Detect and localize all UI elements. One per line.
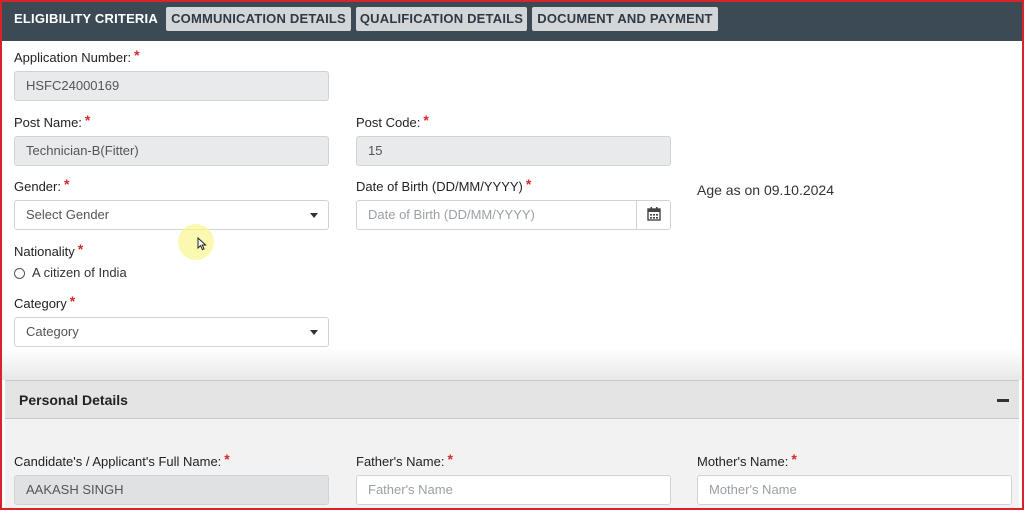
chevron-down-icon <box>310 213 318 218</box>
tab-document-and-payment[interactable]: DOCUMENT AND PAYMENT <box>532 7 718 31</box>
citizen-of-india-label[interactable]: A citizen of India <box>32 265 127 280</box>
father-name-input[interactable]: Father's Name <box>356 475 671 505</box>
cursor-highlight <box>178 224 214 260</box>
mother-name-input[interactable]: Mother's Name <box>697 475 1012 505</box>
category-label: Category * <box>14 293 76 311</box>
age-as-on-note: Age as on 09.10.2024 <box>697 182 835 198</box>
gender-select-value: Select Gender <box>26 207 110 222</box>
post-code-field[interactable]: 15 <box>356 136 671 166</box>
tab-eligibility-criteria[interactable]: ELIGIBILITY CRITERIA <box>10 7 162 31</box>
category-select-value: Category <box>26 324 79 339</box>
section-divider-shadow <box>2 348 1022 380</box>
minus-icon[interactable] <box>997 399 1009 402</box>
personal-details-header[interactable]: Personal Details <box>5 380 1019 419</box>
tab-qualification-details[interactable]: QUALIFICATION DETAILS <box>356 7 527 31</box>
tab-communication-details[interactable]: COMMUNICATION DETAILS <box>166 7 351 31</box>
father-name-label: Father's Name: * <box>356 451 453 469</box>
full-name-field[interactable]: AAKASH SINGH <box>14 475 329 505</box>
tab-bar: ELIGIBILITY CRITERIA COMMUNICATION DETAI… <box>2 2 1022 41</box>
dob-input[interactable]: Date of Birth (DD/MM/YYYY) <box>356 200 671 230</box>
application-number-field[interactable]: HSFC24000169 <box>14 71 329 101</box>
citizen-of-india-radio[interactable] <box>14 268 25 279</box>
post-code-label: Post Code: * <box>356 112 429 130</box>
mouse-pointer-icon <box>197 237 207 251</box>
post-name-field[interactable]: Technician-B(Fitter) <box>14 136 329 166</box>
category-select[interactable]: Category <box>14 317 329 347</box>
gender-select[interactable]: Select Gender <box>14 200 329 230</box>
dob-placeholder: Date of Birth (DD/MM/YYYY) <box>368 207 535 222</box>
calendar-button[interactable] <box>636 201 670 229</box>
application-number-label: Application Number: * <box>14 47 140 65</box>
calendar-icon <box>647 207 661 221</box>
nationality-label: Nationality * <box>14 241 84 259</box>
application-form-frame: ELIGIBILITY CRITERIA COMMUNICATION DETAI… <box>0 0 1024 510</box>
dob-label: Date of Birth (DD/MM/YYYY) * <box>356 176 532 194</box>
personal-details-title: Personal Details <box>19 392 128 408</box>
gender-label: Gender: * <box>14 176 70 194</box>
mother-name-label: Mother's Name: * <box>697 451 797 469</box>
full-name-label: Candidate's / Applicant's Full Name: * <box>14 451 230 469</box>
chevron-down-icon <box>310 330 318 335</box>
post-name-label: Post Name: * <box>14 112 91 130</box>
